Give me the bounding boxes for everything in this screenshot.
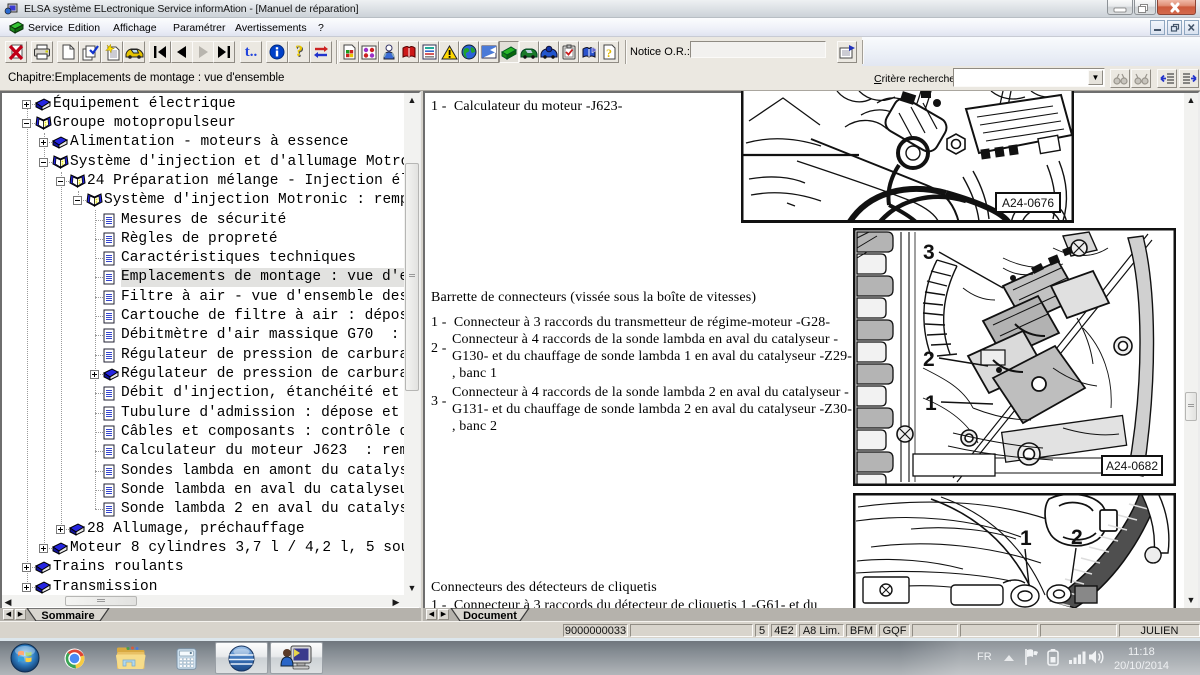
svg-text:A24-0682: A24-0682 xyxy=(1106,459,1158,473)
svg-text:?: ? xyxy=(606,46,612,60)
svg-text:A24-0676: A24-0676 xyxy=(1002,196,1054,210)
svg-text:1: 1 xyxy=(925,392,937,415)
svg-text:2: 2 xyxy=(1071,526,1083,549)
svg-text:1: 1 xyxy=(1020,527,1032,550)
svg-text:2: 2 xyxy=(923,348,935,371)
svg-text:3: 3 xyxy=(923,241,935,264)
